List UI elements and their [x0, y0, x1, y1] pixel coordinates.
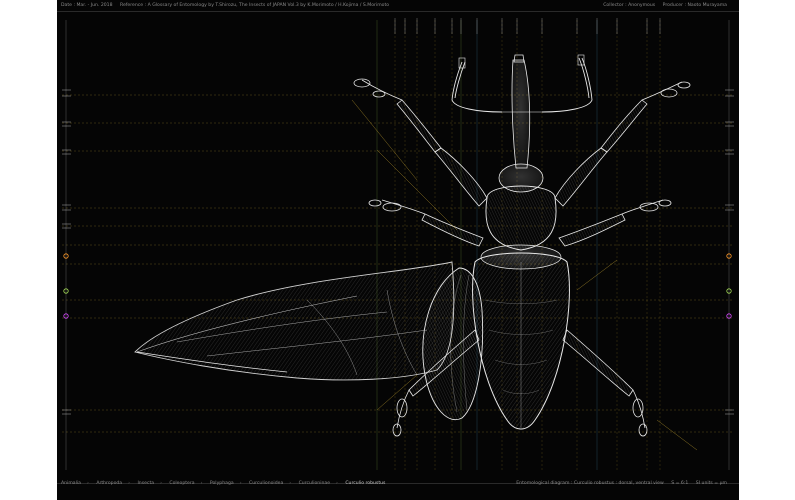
taxon-kingdom: Animalia: [61, 481, 81, 486]
taxon-order: Coleoptera: [169, 481, 195, 486]
measurement-guides: [62, 20, 733, 470]
hind-wing: [134, 261, 455, 381]
taxon-subfamily: Curculioninae: [298, 481, 331, 486]
diagram-frame: Date : Mar. - Jun. 2018 Reference : A Gl…: [57, 0, 739, 500]
diagram-title: Entomological diagram : Curculio robustu…: [516, 481, 664, 486]
taxon-class: Insecta: [137, 481, 155, 486]
weevil-diagram: [62, 18, 734, 470]
taxon-suborder: Polyphaga: [209, 481, 234, 486]
footer-bar: Animalia › Arthropoda › Insecta › Coleopter…: [57, 481, 739, 491]
taxon-superfamily: Curculionoidea: [249, 481, 284, 486]
scale-label: S = 6:1: [671, 481, 689, 486]
units-label: SI units = μm: [695, 481, 727, 486]
footer-left: Animalia › Arthropoda › Insecta › Coleopter…: [61, 481, 386, 486]
taxon-species: Curculio robustus: [345, 481, 386, 486]
top-ruler: [394, 18, 661, 34]
footer-right: Entomological diagram : Curculio robustu…: [516, 481, 733, 486]
taxon-phylum: Arthropoda: [96, 481, 123, 486]
